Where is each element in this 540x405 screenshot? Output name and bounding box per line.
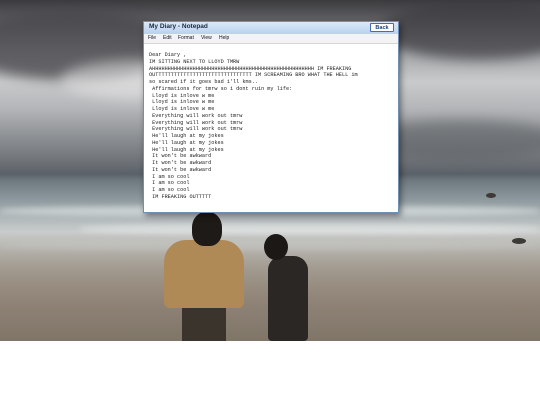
diary-line: It won't be awkward	[149, 160, 212, 166]
notepad-window: My Diary - Notepad Back File Edit Format…	[143, 21, 399, 213]
diary-line: Lloyd is inlove w me	[149, 99, 215, 106]
rock	[512, 238, 526, 244]
menu-edit[interactable]: Edit	[163, 35, 172, 41]
diary-line: I am so cool	[149, 187, 190, 193]
diary-line: Lloyd is inlove w me	[149, 106, 215, 112]
menu-format[interactable]: Format	[178, 35, 194, 41]
title-bar[interactable]: My Diary - Notepad Back	[144, 22, 398, 34]
person-girl-head	[264, 234, 288, 260]
diary-line: IM SITTING NEXT TO LLOYD TMRW	[149, 58, 240, 65]
diary-line: Everything will work out tmrw	[149, 126, 243, 133]
diary-line: AHHHHHHHHHHHHHHHHHHHHHHHHHHHHHHHHHHHHHHH…	[149, 65, 352, 72]
diary-line: Lloyd is inlove w me	[149, 92, 215, 99]
diary-line: OUTTTTTTTTTTTTTTTTTTTTTTTTTTTTTTT IM SCR…	[149, 72, 358, 79]
diary-line: He'll laugh at my jokes	[149, 133, 224, 139]
diary-line: IM FREAKING OUTTTTT	[149, 193, 212, 200]
person-boy-jacket	[164, 240, 244, 308]
menu-view[interactable]: View	[201, 35, 212, 41]
diary-line: He'll laugh at my jokes	[149, 139, 224, 146]
diary-line: It won't be awkward	[149, 166, 212, 173]
person-girl-body	[268, 256, 308, 341]
cloud	[380, 0, 540, 60]
person-boy-head	[192, 212, 222, 246]
wave	[80, 224, 540, 234]
window-title: My Diary - Notepad	[149, 23, 208, 30]
diary-line: It won't be awkward	[149, 153, 212, 160]
person-boy-legs	[182, 304, 226, 341]
diary-line: I am so cool	[149, 173, 190, 180]
diary-line: Dear Diary ,	[149, 52, 187, 58]
diary-line: so scared if it goes bad i'll kms..	[149, 79, 258, 85]
back-button[interactable]: Back	[370, 23, 394, 32]
diary-line: I am so cool	[149, 180, 190, 187]
diary-line: He'll laugh at my jokes	[149, 146, 224, 153]
menu-help[interactable]: Help	[219, 35, 229, 41]
rock	[486, 193, 496, 198]
diary-line: Everything will work out tmrw	[149, 112, 243, 119]
menu-file[interactable]: File	[148, 35, 156, 41]
diary-line: Everything will work out tmrw	[149, 119, 243, 126]
text-editor-area[interactable]: Dear Diary , IM SITTING NEXT TO LLOYD TMR…	[149, 52, 395, 208]
diary-line: Affirmations for tmrw so i dont ruin my …	[149, 85, 293, 92]
menu-bar: File Edit Format View Help	[144, 34, 398, 44]
